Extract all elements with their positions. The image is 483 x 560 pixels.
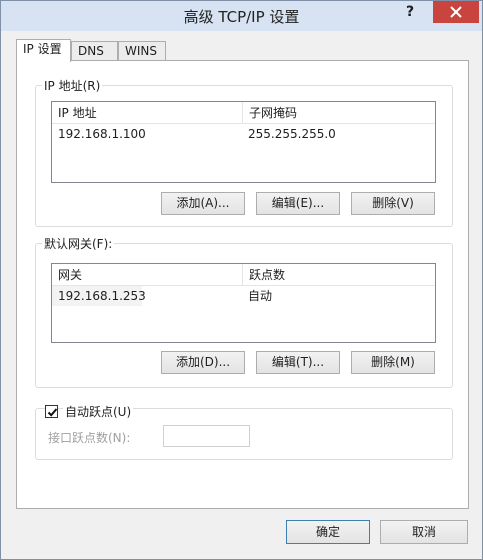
title-bar[interactable]: 高级 TCP/IP 设置 ? <box>1 1 482 31</box>
gateway-list[interactable]: 网关 跃点数 192.168.1.253 自动 <box>51 263 436 343</box>
ip-address-group: IP 地址(R) IP 地址 子网掩码 192.168.1.100 255.25… <box>35 77 453 227</box>
auto-metric-label[interactable]: 自动跃点(U) <box>63 403 134 420</box>
edit-ip-button[interactable]: 编辑(E)... <box>256 192 340 215</box>
add-gateway-button[interactable]: 添加(D)... <box>161 351 245 374</box>
gateway-column-header[interactable]: 网关 <box>52 264 242 286</box>
delete-ip-button[interactable]: 删除(V) <box>351 192 435 215</box>
help-button[interactable]: ? <box>399 1 421 25</box>
interface-metric-input[interactable] <box>163 425 250 447</box>
table-row[interactable]: 192.168.1.253 自动 <box>52 286 435 306</box>
ok-button[interactable]: 确定 <box>286 520 370 544</box>
ip-settings-page: IP 地址(R) IP 地址 子网掩码 192.168.1.100 255.25… <box>16 60 469 509</box>
tab-dns[interactable]: DNS <box>71 41 118 61</box>
checkmark-icon <box>47 408 58 417</box>
auto-metric-checkbox[interactable] <box>45 405 58 418</box>
interface-metric-label: 接口跃点数(N): <box>48 431 131 445</box>
mask-column-header[interactable]: 子网掩码 <box>242 102 437 124</box>
ip-address-list[interactable]: IP 地址 子网掩码 192.168.1.100 255.255.255.0 <box>51 101 436 183</box>
metric-column-header[interactable]: 跃点数 <box>242 264 437 286</box>
mask-cell: 255.255.255.0 <box>248 127 336 141</box>
ip-cell: 192.168.1.100 <box>58 127 146 141</box>
metric-group: 自动跃点(U) 接口跃点数(N): <box>35 403 453 460</box>
gateway-cell: 192.168.1.253 <box>52 286 146 306</box>
table-row[interactable]: 192.168.1.100 255.255.255.0 <box>52 124 435 144</box>
metric-cell: 自动 <box>248 289 273 303</box>
edit-gateway-button[interactable]: 编辑(T)... <box>256 351 340 374</box>
cancel-button[interactable]: 取消 <box>380 520 468 544</box>
tab-ip-settings[interactable]: IP 设置 <box>16 39 71 62</box>
ip-column-header[interactable]: IP 地址 <box>52 102 242 124</box>
default-gateway-group: 默认网关(F): 网关 跃点数 192.168.1.253 自动 添加(D)..… <box>35 235 453 388</box>
tab-wins[interactable]: WINS <box>118 41 166 61</box>
ip-list-header: IP 地址 子网掩码 <box>52 102 435 124</box>
default-gateway-group-label: 默认网关(F): <box>42 235 115 252</box>
close-button[interactable] <box>433 1 479 23</box>
add-ip-button[interactable]: 添加(A)... <box>161 192 245 215</box>
delete-gateway-button[interactable]: 删除(M) <box>351 351 435 374</box>
ip-address-group-label: IP 地址(R) <box>42 77 103 94</box>
advanced-tcpip-dialog: 高级 TCP/IP 设置 ? IP 设置 DNS WINS IP 地址(R) I… <box>0 0 483 560</box>
gateway-list-header: 网关 跃点数 <box>52 264 435 286</box>
close-icon <box>450 6 462 18</box>
